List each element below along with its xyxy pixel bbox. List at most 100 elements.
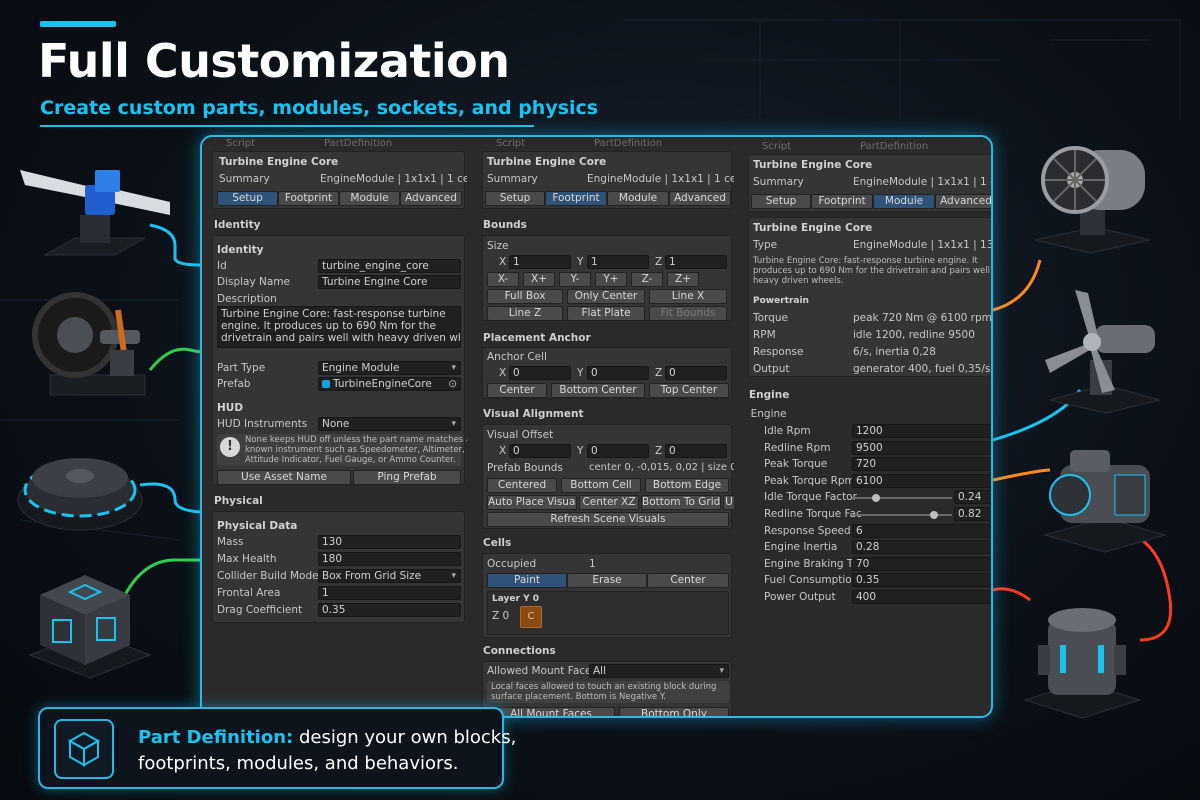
info-icon: !	[220, 437, 240, 457]
part-type-dropdown[interactable]: Engine Module	[318, 361, 461, 375]
all-mount-faces-button[interactable]: All Mount Faces	[487, 707, 615, 716]
grid-cell-center[interactable]: C	[520, 606, 542, 628]
engine-field-value[interactable]: 0.28	[852, 540, 991, 555]
offset-y-field[interactable]: 0	[587, 444, 649, 458]
callout-lead: Part Definition:	[138, 727, 294, 748]
engine-field-value[interactable]: 1200	[852, 424, 991, 438]
bottom-cell-button[interactable]: Bottom Cell	[561, 478, 641, 493]
tab-footprint[interactable]: Footprint	[811, 194, 873, 209]
fit-bounds-button[interactable]: Fit Bounds	[649, 306, 727, 321]
bottom-center-anchor-button[interactable]: Bottom Center	[551, 383, 645, 398]
x-minus-button[interactable]: X-	[487, 272, 519, 287]
use-asset-name-button[interactable]: Use Asset Name	[217, 470, 351, 485]
collider-mode-dropdown[interactable]: Box From Grid Size	[318, 569, 461, 583]
wing-part-icon	[20, 160, 170, 260]
offset-z-field[interactable]: 0	[665, 444, 727, 458]
tab-module[interactable]: Module	[339, 191, 400, 206]
summary-label: Summary	[753, 176, 804, 188]
top-center-anchor-button[interactable]: Top Center	[649, 383, 729, 398]
summary-value: EngineModule | 1x1x1 | 1 cells	[587, 173, 734, 185]
engine-field-value[interactable]: 0.24	[954, 490, 991, 505]
size-label: Size	[487, 240, 509, 252]
tab-advanced[interactable]: Advanced	[669, 191, 731, 206]
bottom-edge-button[interactable]: Bottom Edge	[645, 478, 729, 493]
cells-block: Occupied 1 Paint Erase Center Layer Y 0 …	[482, 553, 732, 638]
slider-knob[interactable]	[872, 494, 880, 503]
z-minus-button[interactable]: Z-	[631, 272, 663, 287]
engine-field-value[interactable]: 400	[852, 590, 991, 604]
tab-setup[interactable]: Setup	[217, 191, 278, 206]
center-xz-button[interactable]: Center XZ	[579, 495, 639, 510]
anchor-y-label: Y	[577, 367, 584, 379]
hud-dropdown[interactable]: None	[318, 417, 461, 431]
center-anchor-button[interactable]: Center	[487, 383, 547, 398]
tab-advanced[interactable]: Advanced	[935, 194, 991, 209]
center-cell-button[interactable]: Center	[647, 573, 729, 588]
only-center-button[interactable]: Only Center	[567, 289, 645, 304]
full-box-button[interactable]: Full Box	[487, 289, 563, 304]
tab-setup[interactable]: Setup	[751, 194, 811, 209]
tab-setup[interactable]: Setup	[485, 191, 545, 206]
engine-field-value[interactable]: 70	[852, 556, 991, 571]
y-minus-button[interactable]: Y-	[559, 272, 591, 287]
bottom-only-button[interactable]: Bottom Only	[619, 707, 729, 716]
prefab-value: TurbineEngineCore	[333, 378, 432, 390]
max-health-field[interactable]: 180	[318, 552, 461, 566]
prefab-bounds-label: Prefab Bounds	[487, 462, 563, 474]
hud-label: HUD Instruments	[217, 418, 308, 430]
engine-slider[interactable]	[852, 511, 952, 519]
y-plus-button[interactable]: Y+	[595, 272, 627, 287]
cells-heading: Cells	[483, 537, 512, 549]
engine-field-value[interactable]: 6100	[852, 473, 991, 488]
object-picker-icon[interactable]: ⊙	[448, 378, 457, 390]
engine-field-value[interactable]: 720	[852, 457, 991, 472]
engine-foldout[interactable]: ▾ Engine	[748, 408, 787, 420]
tab-footprint[interactable]: Footprint	[545, 191, 607, 206]
size-x-field[interactable]: 1	[509, 255, 571, 269]
flat-plate-button[interactable]: Flat Plate	[567, 306, 645, 321]
id-field[interactable]: turbine_engine_core	[318, 259, 461, 273]
auto-place-visual-button[interactable]: Auto Place Visual	[487, 495, 577, 510]
refresh-scene-visuals-button[interactable]: Refresh Scene Visuals	[487, 512, 729, 527]
offset-x-label: X	[499, 445, 507, 457]
offset-x-field[interactable]: 0	[509, 444, 571, 458]
engine-field-value[interactable]: 0.35	[852, 573, 991, 588]
erase-button[interactable]: Erase	[567, 573, 647, 588]
mount-faces-dropdown[interactable]: All	[589, 664, 729, 678]
jet-engine-part-icon	[1030, 135, 1155, 255]
z-plus-button[interactable]: Z+	[667, 272, 699, 287]
paint-button[interactable]: Paint	[487, 573, 567, 588]
ping-prefab-button[interactable]: Ping Prefab	[353, 470, 461, 485]
frontal-area-field[interactable]: 1	[318, 586, 461, 600]
engine-field-value[interactable]: 6	[852, 523, 991, 538]
size-z-field[interactable]: 1	[665, 255, 727, 269]
engine-field-value[interactable]: 0.82	[954, 507, 991, 521]
size-y-field[interactable]: 1	[587, 255, 649, 269]
anchor-z-field[interactable]: 0	[665, 366, 727, 380]
summary-block: Turbine Engine Core Summary EngineModule…	[748, 154, 991, 212]
drag-coefficient-field[interactable]: 0.35	[318, 603, 461, 617]
anchor-y-field[interactable]: 0	[587, 366, 649, 380]
engine-field-label: Idle Rpm	[764, 425, 811, 437]
tab-advanced[interactable]: Advanced	[400, 191, 462, 206]
line-z-button[interactable]: Line Z	[487, 306, 563, 321]
prefab-field[interactable]: TurbineEngineCore ⊙	[318, 377, 461, 391]
slider-knob[interactable]	[930, 511, 938, 519]
summary-value: EngineModule | 1x1x1 | 1 cells	[853, 176, 991, 188]
engine-slider[interactable]	[852, 494, 952, 503]
tab-footprint[interactable]: Footprint	[278, 191, 339, 206]
description-field[interactable]: Turbine Engine Core: fast-response turbi…	[217, 306, 461, 348]
display-name-field[interactable]: Turbine Engine Core	[318, 275, 461, 289]
anchor-x-field[interactable]: 0	[509, 366, 571, 380]
tab-module[interactable]: Module	[873, 194, 935, 209]
more-align-button[interactable]: U	[723, 495, 734, 510]
mass-field[interactable]: 130	[318, 535, 461, 549]
centered-button[interactable]: Centered	[487, 478, 557, 493]
line-x-button[interactable]: Line X	[649, 289, 727, 304]
engine-field-value[interactable]: 9500	[852, 440, 991, 455]
bottom-to-grid-button[interactable]: Bottom To Grid	[641, 495, 721, 510]
x-plus-button[interactable]: X+	[523, 272, 555, 287]
engine-field-label: Redline Torque Fac	[764, 508, 862, 520]
tab-module[interactable]: Module	[607, 191, 669, 206]
module-description: Turbine Engine Core: fast-response turbi…	[753, 256, 991, 286]
